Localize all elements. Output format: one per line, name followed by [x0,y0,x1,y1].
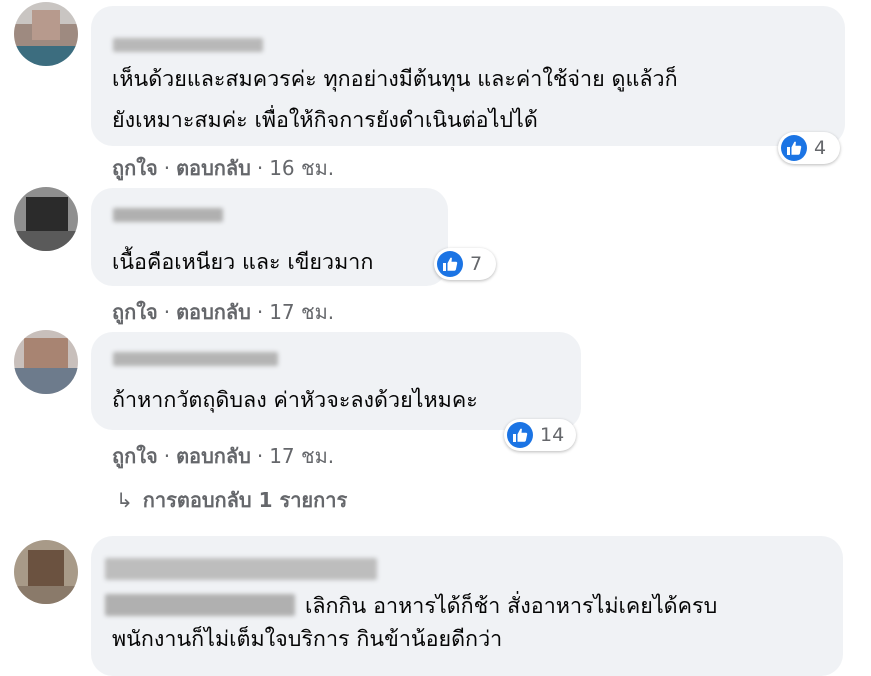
reaction-summary[interactable]: 7 [434,248,496,280]
separator: · [163,156,171,180]
reply-link[interactable]: ตอบกลับ [176,156,251,180]
comment-bubble: เห็นด้วยและสมควรค่ะ ทุกอย่างมีต้นทุน และ… [91,6,845,146]
avatar[interactable] [14,187,78,251]
commenter-name[interactable] [113,352,278,366]
like-icon [507,422,533,448]
comment-bubble: เนื้อคือเหนียว และ เขียวมาก [91,188,448,286]
comment-text: เห็นด้วยและสมควรค่ะ ทุกอย่างมีต้นทุน และ… [112,67,678,92]
timestamp[interactable]: 17 ชม. [269,300,334,324]
reaction-count: 14 [540,424,565,446]
reply-link[interactable]: ตอบกลับ [176,300,251,324]
comment-actions: ถูกใจ · ตอบกลับ · 17 ชม. [112,296,334,328]
separator: · [256,300,264,324]
avatar[interactable] [14,540,78,604]
like-link[interactable]: ถูกใจ [112,156,158,180]
avatar[interactable] [14,330,78,394]
comment-actions: ถูกใจ · ตอบกลับ · 16 ชม. [112,152,334,184]
comment-text: ยังเหมาะสมค่ะ เพื่อให้กิจการยังดำเนินต่อ… [112,108,538,133]
comment-text: ถ้าหากวัตถุดิบลง ค่าหัวจะลงด้วยไหมคะ [112,388,478,413]
like-link[interactable]: ถูกใจ [112,444,158,468]
reaction-summary[interactable]: 14 [504,419,576,451]
separator: · [256,156,264,180]
reply-arrow-icon: ↳ [116,488,133,512]
replies-label: การตอบกลับ 1 รายการ [142,488,348,512]
comment-actions: ถูกใจ · ตอบกลับ · 17 ชม. [112,440,334,472]
comment-bubble: ถ้าหากวัตถุดิบลง ค่าหัวจะลงด้วยไหมคะ [91,332,581,430]
reaction-count: 4 [814,137,827,159]
separator: · [256,444,264,468]
view-replies-link[interactable]: ↳ การตอบกลับ 1 รายการ [116,484,347,516]
reply-link[interactable]: ตอบกลับ [176,444,251,468]
timestamp[interactable]: 16 ชม. [269,156,334,180]
reaction-count: 7 [470,253,483,275]
commenter-name-extra [105,594,295,616]
avatar[interactable] [14,2,78,66]
like-link[interactable]: ถูกใจ [112,300,158,324]
commenter-name[interactable] [105,558,377,580]
like-icon [437,251,463,277]
reaction-summary[interactable]: 4 [778,132,840,164]
separator: · [163,444,171,468]
separator: · [163,300,171,324]
comment-bubble: เลิกกิน อาหารได้ก็ช้า สั่งอาหารไม่เคยได้… [91,536,843,676]
commenter-name[interactable] [113,38,263,52]
commenter-name[interactable] [113,208,223,222]
comment-text: เนื้อคือเหนียว และ เขียวมาก [112,250,374,275]
comment-text: พนักงานก็ไม่เต็มใจบริการ กินข้าน้อยดีกว่… [112,627,503,652]
timestamp[interactable]: 17 ชม. [269,444,334,468]
like-icon [781,135,807,161]
